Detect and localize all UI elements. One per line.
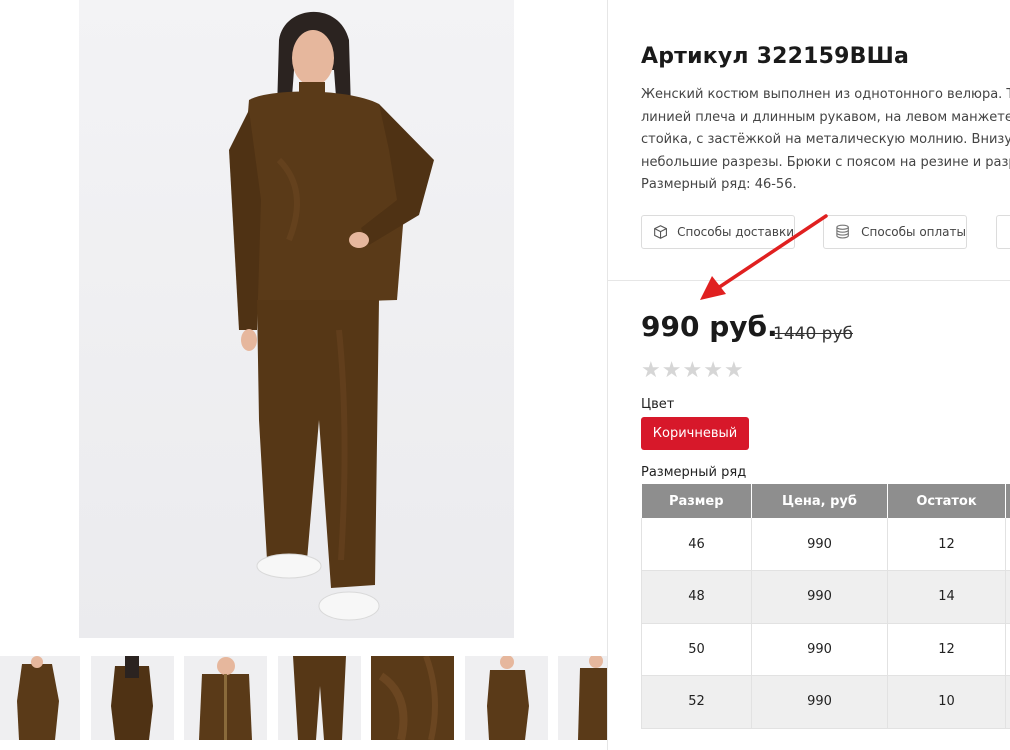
price-cell: 990: [751, 675, 888, 729]
star-icon[interactable]: ★: [724, 360, 744, 382]
quantity-cell[interactable]: [1005, 570, 1010, 624]
table-row: 48 990 14: [641, 570, 1010, 624]
size-cell: 46: [641, 518, 752, 571]
color-option-button[interactable]: Коричневый: [641, 417, 749, 450]
stock-cell: 12: [887, 518, 1006, 571]
size-cell: 50: [641, 623, 752, 676]
stock-cell: 14: [887, 570, 1006, 624]
payment-methods-label: Способы оплаты: [861, 225, 966, 239]
column-header-extra: [1005, 484, 1010, 518]
description-line: Размерный ряд: 46-56.: [641, 177, 797, 192]
stock-cell: 12: [887, 623, 1006, 676]
star-icon[interactable]: ★: [662, 360, 682, 382]
thumbnail[interactable]: [0, 656, 80, 740]
stock-cell: 10: [887, 675, 1006, 729]
star-icon[interactable]: ★: [682, 360, 702, 382]
payment-methods-button[interactable]: Способы оплаты: [823, 215, 967, 249]
table-row: 46 990 12: [641, 518, 1010, 571]
thumbnail[interactable]: [558, 656, 608, 740]
table-row: 52 990 10: [641, 675, 1010, 729]
product-gallery: [0, 0, 608, 750]
table-row: 50 990 12: [641, 623, 1010, 676]
product-title: Артикул 322159ВШа: [641, 44, 910, 69]
thumbnail[interactable]: [184, 656, 267, 740]
size-range-label: Размерный ряд: [641, 465, 747, 480]
quantity-cell[interactable]: [1005, 518, 1010, 571]
description-line: небольшие разрезы. Брюки с поясом на рез…: [641, 154, 1010, 170]
quantity-cell[interactable]: [1005, 623, 1010, 676]
quantity-cell[interactable]: [1005, 675, 1010, 729]
star-icon[interactable]: ★: [641, 360, 661, 382]
description-line: линией плеча и длинным рукавом, на левом…: [641, 109, 1010, 125]
column-header-price: Цена, руб: [751, 484, 888, 518]
model-photo-illustration: [229, 11, 434, 621]
star-icon[interactable]: ★: [703, 360, 723, 382]
price-cell: 990: [751, 623, 888, 676]
coins-icon: [836, 224, 849, 239]
thumbnail-strip: [0, 656, 608, 740]
box-icon: [654, 225, 667, 239]
size-table: Размер Цена, руб Остаток 46 990 12 48 99…: [641, 484, 1010, 750]
size-cell: 48: [641, 570, 752, 624]
column-divider: [607, 0, 608, 750]
more-info-button[interactable]: [996, 215, 1010, 249]
product-description: Женский костюм выполнен из однотонного в…: [641, 84, 1010, 194]
color-label: Цвет: [641, 397, 675, 412]
column-header-size: Размер: [641, 484, 752, 518]
column-header-stock: Остаток: [887, 484, 1006, 518]
old-price: 1440 руб: [773, 324, 854, 344]
thumbnail[interactable]: [91, 656, 174, 740]
thumbnail[interactable]: [465, 656, 548, 740]
description-line: стойка, с застёжкой на металическую молн…: [641, 132, 1010, 147]
price-cell: 990: [751, 570, 888, 624]
rating-stars[interactable]: ★ ★ ★ ★ ★: [641, 360, 744, 382]
thumbnail[interactable]: [278, 656, 361, 740]
red-arrow-annotation: [700, 214, 828, 300]
size-cell: 52: [641, 675, 752, 729]
price-cell: 990: [751, 518, 888, 571]
main-product-photo[interactable]: [79, 0, 514, 638]
current-price: 990 руб.: [641, 310, 778, 343]
description-line: Женский костюм выполнен из однотонного в…: [641, 87, 1010, 102]
thumbnail[interactable]: [371, 656, 454, 740]
